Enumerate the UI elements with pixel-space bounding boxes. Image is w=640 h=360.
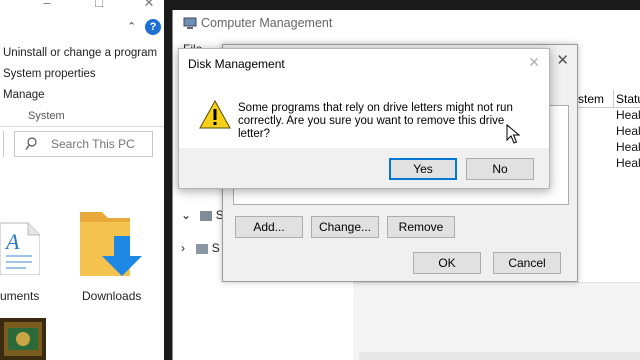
downloads-folder-icon[interactable] xyxy=(80,208,146,280)
horizontal-scrollbar[interactable] xyxy=(359,352,640,360)
dialog-title: Disk Management xyxy=(188,57,285,71)
close-icon[interactable]: ✕ xyxy=(528,54,540,71)
cancel-button[interactable]: Cancel xyxy=(493,252,561,274)
video-icon[interactable] xyxy=(0,318,46,360)
help-icon[interactable]: ? xyxy=(145,19,161,35)
status-cell: Healt xyxy=(616,156,640,170)
graphical-disk-pane xyxy=(353,282,640,360)
search-icon xyxy=(25,137,37,150)
mouse-cursor-icon xyxy=(506,124,520,144)
explorer-titlebar: – □ ✕ ⌃ ? xyxy=(0,0,164,42)
manage-link[interactable]: Manage xyxy=(3,89,45,101)
add-button[interactable]: Add... xyxy=(235,216,303,238)
no-button[interactable]: No xyxy=(466,158,534,180)
yes-button[interactable]: Yes xyxy=(389,158,457,180)
uninstall-program-link[interactable]: Uninstall or change a program xyxy=(3,47,157,59)
minimize-button[interactable]: – xyxy=(34,0,60,10)
search-box[interactable] xyxy=(14,131,153,157)
search-input[interactable] xyxy=(51,136,149,152)
status-cell: Healt xyxy=(616,108,640,122)
warning-icon xyxy=(199,100,231,129)
ok-button[interactable]: OK xyxy=(413,252,481,274)
dialog-footer: Yes No xyxy=(179,148,549,188)
chevron-right-icon[interactable]: › xyxy=(181,241,185,255)
close-button[interactable]: ✕ xyxy=(136,0,162,10)
window-title: Computer Management xyxy=(201,16,333,30)
downloads-label[interactable]: Downloads xyxy=(82,289,141,303)
storage-icon xyxy=(200,210,213,221)
ribbon-divider xyxy=(0,126,164,127)
change-button[interactable]: Change... xyxy=(311,216,379,238)
remove-button[interactable]: Remove xyxy=(387,216,455,238)
status-cell: Healt xyxy=(616,140,640,154)
close-icon[interactable]: ✕ xyxy=(556,51,569,69)
confirmation-message: Some programs that rely on drive letters… xyxy=(238,102,513,140)
chevron-up-icon[interactable]: ⌃ xyxy=(127,20,136,33)
document-icon[interactable]: A xyxy=(0,215,40,275)
documents-label[interactable]: uments xyxy=(0,289,39,303)
system-properties-link[interactable]: System properties xyxy=(3,68,96,80)
ribbon-group-label: System xyxy=(28,110,65,122)
computer-management-icon xyxy=(183,17,197,29)
tree-node-services[interactable]: ⌄ S xyxy=(181,208,224,222)
column-header-status[interactable]: Statu xyxy=(613,90,640,108)
svg-text:A: A xyxy=(4,229,20,254)
column-header-file-system[interactable]: stem xyxy=(575,90,615,108)
status-cell: Healt xyxy=(616,124,640,138)
address-bar-edge[interactable] xyxy=(0,131,4,157)
chevron-down-icon[interactable]: ⌄ xyxy=(181,208,191,222)
file-explorer-window: – □ ✕ ⌃ ? Uninstall or change a program … xyxy=(0,0,164,360)
services-icon xyxy=(196,243,209,254)
tree-node-services-apps[interactable]: › S xyxy=(181,241,220,255)
disk-management-confirm-dialog: Disk Management ✕ Some programs that rel… xyxy=(178,48,550,189)
maximize-button[interactable]: □ xyxy=(86,0,112,10)
